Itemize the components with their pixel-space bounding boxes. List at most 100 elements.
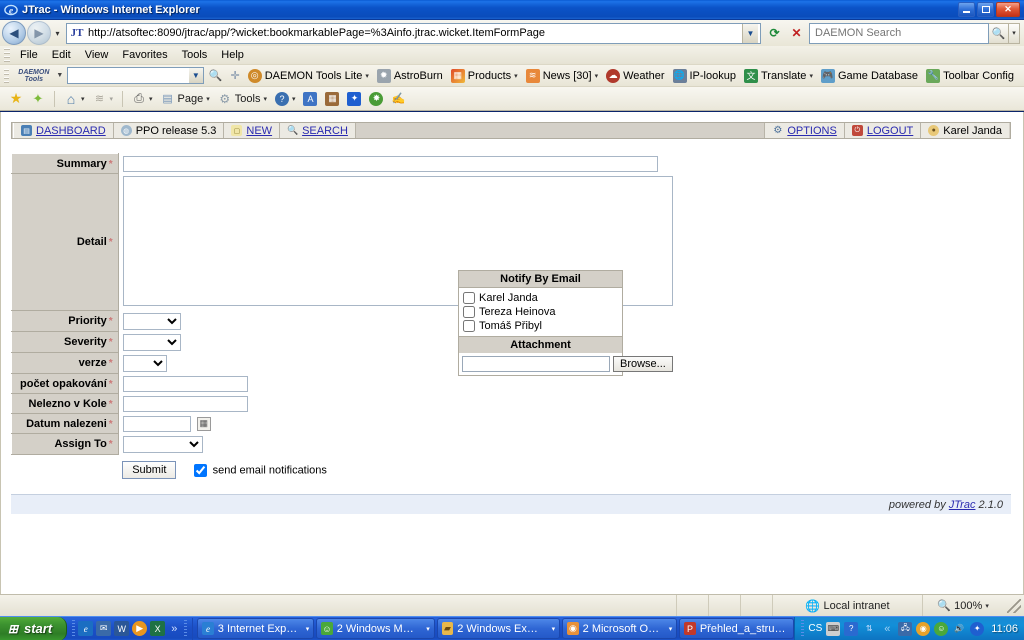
task-dropdown-icon[interactable]: ▾ [548, 625, 556, 633]
task-button[interactable]: ▰ 2 Windows Explorer ▾ [436, 618, 561, 639]
menu-view[interactable]: View [78, 48, 116, 62]
daemon-search-input[interactable]: ▼ [67, 67, 204, 84]
refresh-button[interactable]: ⟳ [764, 23, 785, 44]
chevron-down-icon[interactable]: ▾ [292, 95, 296, 103]
daemon-logo-dropdown-icon[interactable]: ▼ [52, 72, 67, 79]
favorites-center-button[interactable]: ★ [6, 90, 26, 106]
task-button[interactable]: ◉ 2 Microsoft Offic... ▾ [562, 618, 678, 639]
menu-tools[interactable]: Tools [175, 48, 215, 62]
chevron-down-icon[interactable]: ▾ [81, 95, 85, 103]
network-tray-icon[interactable]: 🖧 [898, 621, 913, 636]
bluetooth-button[interactable]: ✦ [344, 91, 364, 106]
chevron-down-icon[interactable]: ▾ [514, 72, 518, 80]
daemon-tools-lite-link[interactable]: ◎ DAEMON Tools Lite ▾ [244, 68, 373, 83]
antivirus-tray-icon[interactable]: ◉ [916, 621, 931, 636]
task-button[interactable]: P Přehled_a_strucny... [679, 618, 795, 639]
home-button[interactable]: ⌂ ▾ [61, 91, 88, 107]
language-indicator[interactable]: CS [808, 623, 822, 634]
attachment-path-input[interactable] [462, 356, 610, 372]
search-input[interactable] [813, 26, 985, 40]
script-addon-button[interactable]: ✍ [388, 92, 408, 106]
menu-help[interactable]: Help [214, 48, 251, 62]
nav-options-link[interactable]: OPTIONS [787, 125, 837, 137]
help-button[interactable]: ? ▾ [272, 91, 299, 106]
outlook-quicklaunch-icon[interactable]: ✉ [96, 621, 112, 636]
notify-checkbox-tomas-pribyl[interactable] [463, 320, 475, 332]
task-dropdown-icon[interactable]: ▾ [302, 625, 310, 633]
keyboard-tray-icon[interactable]: ⌨ [826, 621, 841, 636]
game-database-link[interactable]: 🎮 Game Database [817, 68, 922, 83]
verze-select[interactable] [122, 354, 167, 372]
task-button[interactable]: e 3 Internet Explorer ▾ [197, 618, 315, 639]
notify-user-row[interactable]: Karel Janda [463, 291, 618, 305]
notify-user-row[interactable]: Tereza Heinova [463, 305, 618, 319]
safely-remove-tray-icon[interactable]: « [880, 622, 894, 636]
summary-input[interactable] [122, 155, 658, 172]
tools-menu-button[interactable]: ⚙ Tools ▾ [215, 92, 270, 106]
translate-link[interactable]: 文 Translate ▾ [740, 68, 817, 83]
nav-options[interactable]: ⚙ OPTIONS [764, 123, 844, 138]
ip-lookup-link[interactable]: 🌐 IP-lookup [669, 68, 740, 83]
notify-user-row[interactable]: Tomáš Přibyl [463, 319, 618, 333]
translate-addon-button[interactable]: A [300, 91, 320, 106]
nav-new[interactable]: ▢ NEW [224, 123, 281, 138]
chevron-down-icon[interactable]: ▾ [365, 72, 369, 80]
chevron-down-icon[interactable]: ▾ [809, 72, 813, 80]
task-button[interactable]: ☺ 2 Windows Mess... ▾ [316, 618, 435, 639]
bluetooth-tray-icon[interactable]: ✦ [970, 621, 985, 636]
page-menu-button[interactable]: ▤ Page ▾ [158, 92, 213, 106]
products-link[interactable]: ▦ Products ▾ [447, 68, 522, 83]
notify-checkbox-karel-janda[interactable] [463, 292, 475, 304]
quick-launch-grip[interactable] [72, 619, 76, 638]
chevron-down-icon[interactable]: ▾ [206, 95, 210, 103]
security-zone[interactable]: 🌐 Local intranet [773, 595, 923, 616]
zoom-control[interactable]: 🔍 100% ▾ [923, 595, 1003, 616]
toolbar-config-link[interactable]: 🔧 Toolbar Config [922, 68, 1024, 83]
nav-dashboard-link[interactable]: DASHBOARD [36, 125, 106, 137]
calendar-icon[interactable]: ▦ [196, 416, 211, 431]
priority-select[interactable] [122, 312, 181, 330]
excel-quicklaunch-icon[interactable]: X [150, 621, 166, 636]
search-options-icon[interactable]: ▾ [1009, 22, 1020, 44]
resize-grip[interactable] [1007, 598, 1021, 613]
snapshot-addon-button[interactable]: ▦ [322, 91, 342, 106]
daemon-toolbar-grip[interactable] [4, 68, 10, 83]
stop-button[interactable]: ✕ [786, 23, 807, 44]
start-button[interactable]: ⊞ start [0, 616, 68, 640]
nav-search[interactable]: 🔍 SEARCH [280, 123, 356, 138]
maximize-button[interactable] [977, 2, 994, 17]
assign-to-select[interactable] [122, 435, 203, 453]
weather-link[interactable]: ☁ Weather [602, 68, 668, 83]
media-quicklaunch-icon[interactable]: ▶ [132, 621, 148, 636]
word-quicklaunch-icon[interactable]: W [114, 621, 130, 636]
chevron-down-icon[interactable]: ▾ [263, 95, 267, 103]
forward-button[interactable]: ▶ [27, 21, 51, 45]
notify-checkbox-tereza-heinova[interactable] [463, 306, 475, 318]
task-dropdown-icon[interactable]: ▾ [422, 625, 430, 633]
address-bar[interactable]: JT http://atsoftec:8090/jtrac/app/?wicke… [66, 22, 761, 44]
menu-edit[interactable]: Edit [45, 48, 78, 62]
nav-logout[interactable]: ⏻ LOGOUT [843, 123, 921, 138]
severity-select[interactable] [122, 333, 181, 351]
search-go-icon[interactable]: 🔍 [989, 22, 1009, 44]
recent-pages-dropdown-icon[interactable]: ▾ [51, 29, 64, 38]
task-dropdown-icon[interactable]: ▾ [665, 625, 673, 633]
send-email-notifications-checkbox[interactable] [193, 463, 207, 477]
menu-grip[interactable] [4, 48, 10, 62]
footer-jtrac-link[interactable]: JTrac [949, 499, 976, 511]
ie-quicklaunch-icon[interactable]: e [78, 621, 94, 636]
volume-tray-icon[interactable]: 🔊 [952, 622, 966, 636]
nelezno-v-kole-input[interactable] [122, 395, 248, 412]
daemon-search-go-icon[interactable]: 🔍 [204, 69, 227, 82]
chevron-down-icon[interactable]: ▾ [149, 95, 153, 103]
browse-button[interactable]: Browse... [613, 356, 673, 372]
taskbar-clock[interactable]: 11:06 [991, 623, 1018, 635]
quick-launch-more-icon[interactable]: » [168, 623, 177, 635]
nav-logout-link[interactable]: LOGOUT [867, 125, 913, 137]
datum-nalezeni-input[interactable] [122, 415, 191, 432]
nav-space[interactable]: ◍ PPO release 5.3 [113, 123, 225, 138]
nav-dashboard[interactable]: ▤ DASHBOARD [13, 123, 114, 138]
menu-favorites[interactable]: Favorites [115, 48, 174, 62]
print-button[interactable]: ⎙ ▾ [129, 91, 156, 106]
pocet-opakovani-input[interactable] [122, 375, 248, 392]
